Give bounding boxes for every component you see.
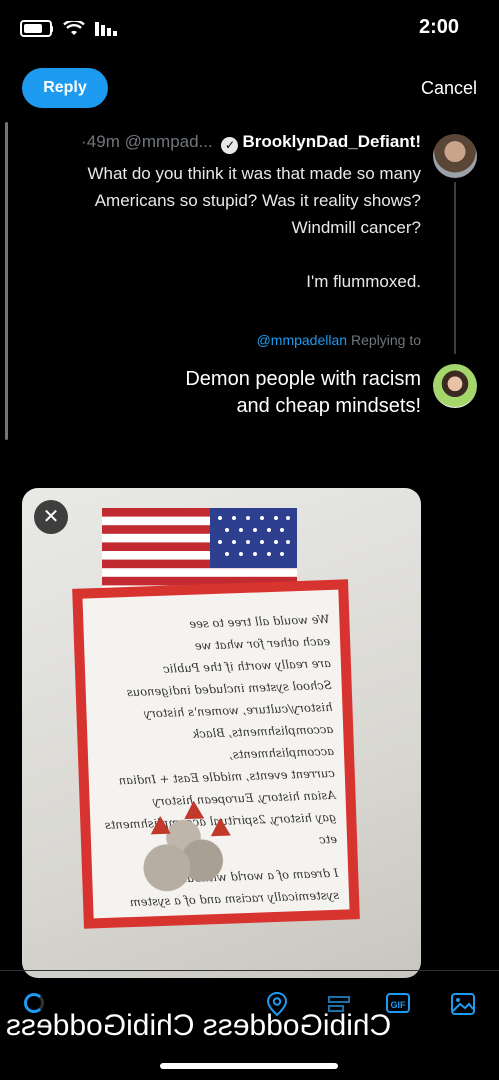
- keyboard-suggestion-bar[interactable]: ChibiGoddess ChibiGoddess: [0, 1003, 499, 1049]
- reply-button[interactable]: Reply: [22, 68, 108, 108]
- gnome-hat: [210, 817, 231, 837]
- replying-to: @mmpadellan Replying to: [257, 332, 421, 348]
- handwritten-card: We would all tree to see each other for …: [72, 579, 360, 929]
- status-bar: 2:00: [0, 0, 499, 60]
- status-icons: [20, 20, 117, 37]
- signal-icon: [95, 21, 117, 36]
- remove-photo-button[interactable]: ✕: [34, 500, 68, 534]
- author-name[interactable]: BrooklynDad_Defiant!: [242, 132, 421, 151]
- clock: 2:00: [418, 16, 459, 38]
- replying-handle[interactable]: @mmpadellan: [257, 332, 347, 348]
- battery-icon: [20, 20, 52, 37]
- reply-compose-text[interactable]: Demon people with racism and cheap minds…: [161, 366, 421, 420]
- user-avatar[interactable]: [433, 364, 477, 408]
- thread-connector: [454, 182, 456, 354]
- tweet-header: ·49m @mmpad... ✓ BrooklynDad_Defiant!: [21, 132, 421, 154]
- scroll-indicator[interactable]: [5, 122, 8, 440]
- verified-badge-icon: ✓: [221, 137, 239, 154]
- author-avatar[interactable]: [433, 134, 477, 178]
- attached-photo[interactable]: We would all tree to see each other for …: [22, 488, 421, 978]
- author-handle: @mmpad...: [124, 132, 213, 151]
- gnome-figurines: [131, 795, 245, 899]
- home-indicator[interactable]: [160, 1063, 338, 1069]
- gnome-hat: [183, 800, 205, 820]
- gnome-hat: [150, 815, 171, 835]
- tweet-age: ·49m: [81, 132, 120, 151]
- tweet-text: What do you think it was that made so ma…: [87, 164, 421, 291]
- wifi-icon: [63, 20, 85, 35]
- replying-prefix: Replying to: [350, 332, 421, 348]
- cancel-button[interactable]: Cancel: [421, 78, 477, 99]
